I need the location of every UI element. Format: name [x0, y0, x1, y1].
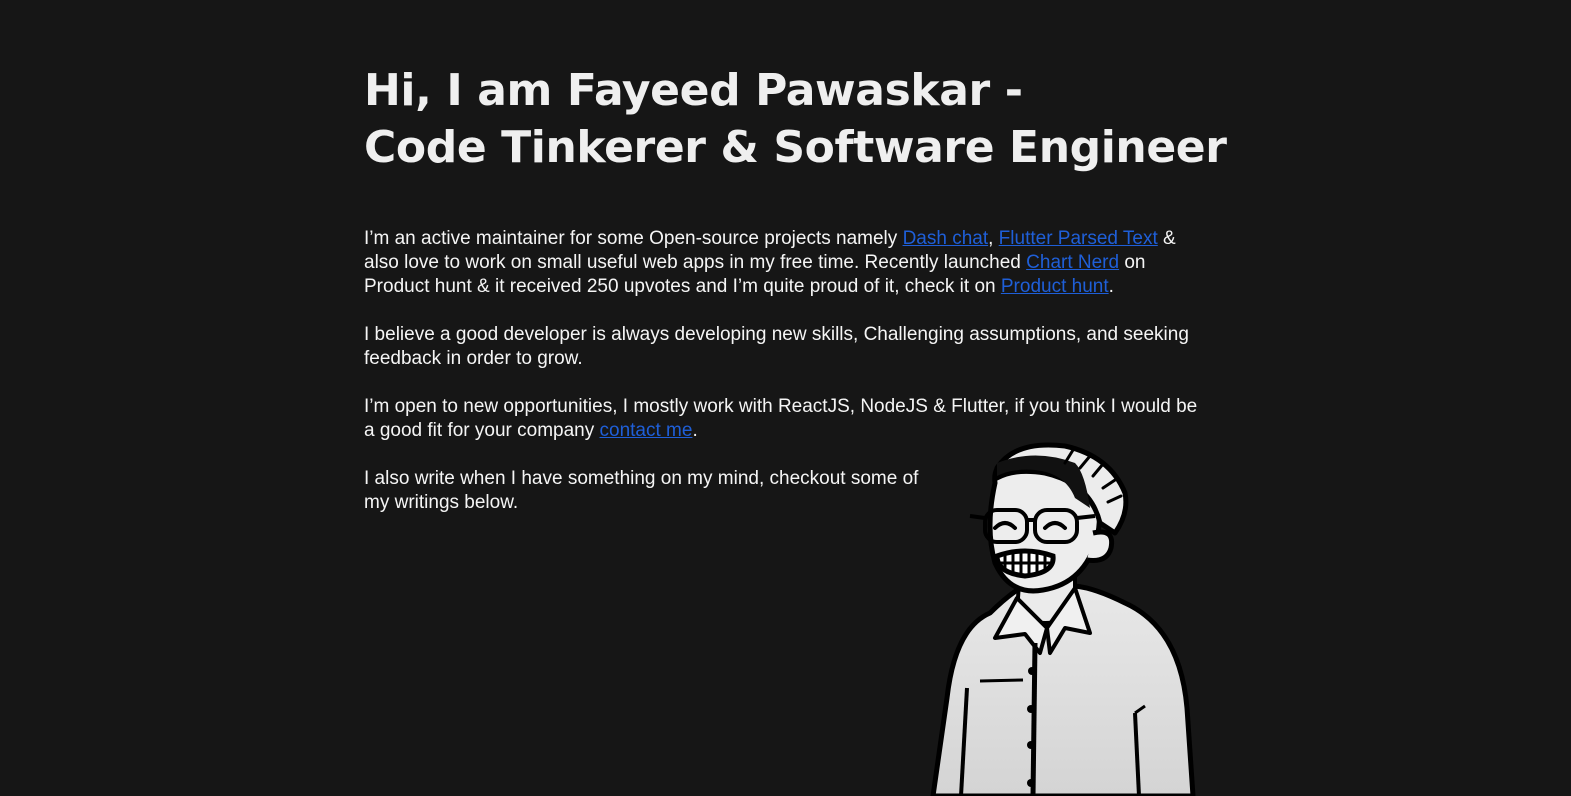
title-line-2: Code Tinkerer & Software Engineer [364, 122, 1227, 173]
bio-text: I’m an active maintainer for some Open-s… [364, 228, 903, 249]
bio-text: . [1108, 276, 1114, 297]
bio-paragraph-opportunities: I’m open to new opportunities, I mostly … [364, 395, 1204, 443]
bio-paragraph-philosophy: I believe a good developer is always dev… [364, 324, 1189, 369]
bio-text: I’m open to new opportunities, I mostly … [364, 396, 1198, 441]
page-title: Hi, I am Fayeed Pawaskar - Code Tinkerer… [364, 62, 1227, 176]
product-hunt-link[interactable]: Product hunt [1001, 276, 1109, 297]
bio-text: . [692, 420, 698, 441]
cartoon-avatar-icon [930, 442, 1196, 796]
dash-chat-link[interactable]: Dash chat [903, 228, 989, 249]
flutter-parsed-text-link[interactable]: Flutter Parsed Text [999, 228, 1158, 249]
bio-paragraph-projects: I’m an active maintainer for some Open-s… [364, 227, 1204, 299]
chart-nerd-link[interactable]: Chart Nerd [1026, 252, 1119, 273]
bio-paragraph-writings: I also write when I have something on my… [364, 468, 919, 513]
bio-text: , [988, 228, 999, 249]
contact-me-link[interactable]: contact me [600, 420, 693, 441]
title-line-1: Hi, I am Fayeed Pawaskar - [364, 65, 1023, 116]
avatar-illustration [925, 438, 1205, 796]
